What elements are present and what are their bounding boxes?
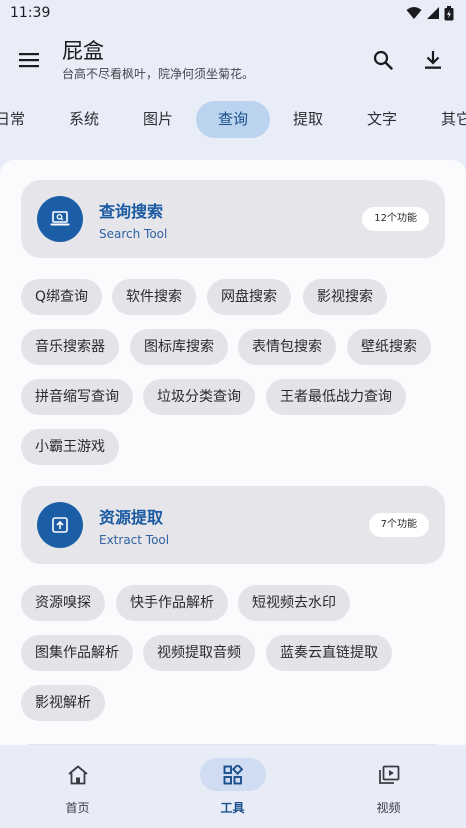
download-icon [425, 51, 441, 69]
search-button[interactable] [358, 30, 408, 90]
app-subtitle: 台高不尽看枫叶，院净何须坐菊花。 [62, 66, 255, 81]
feature-count-badge: 12个功能 [362, 207, 429, 231]
status-icons [406, 5, 454, 21]
tool-chip[interactable]: 垃圾分类查询 [143, 379, 255, 415]
section-icon [37, 196, 83, 242]
tab-query[interactable]: 查询 [196, 101, 270, 138]
tab-extract[interactable]: 提取 [277, 101, 339, 138]
tool-chip[interactable]: 图标库搜索 [130, 329, 228, 365]
tool-chip[interactable]: 蓝奏云直链提取 [266, 635, 392, 671]
nav-tools[interactable]: 工具 [155, 745, 310, 828]
tool-chip[interactable]: 资源嗅探 [21, 585, 105, 621]
section-title: 资源提取 [99, 508, 164, 527]
tool-chip[interactable]: 影视搜索 [303, 279, 387, 315]
nav-label: 工具 [220, 801, 245, 815]
nav-icon-container [356, 758, 422, 791]
bottom-navigation: 首页 工具 视频 [0, 745, 466, 828]
search-icon [373, 50, 393, 70]
tool-chip[interactable]: 壁纸搜索 [347, 329, 431, 365]
nav-video[interactable]: 视频 [311, 745, 466, 828]
apps-icon [223, 764, 243, 784]
tool-chip[interactable]: 视频提取音频 [143, 635, 255, 671]
battery-icon [444, 5, 454, 20]
tool-chip[interactable]: 快手作品解析 [116, 585, 228, 621]
tab-text[interactable]: 文字 [351, 101, 413, 138]
status-time: 11:39 [10, 5, 51, 21]
app-bar: 屁盒 台高不尽看枫叶，院净何须坐菊花。 [0, 26, 466, 94]
tool-chip[interactable]: 网盘搜索 [207, 279, 291, 315]
section-header-search[interactable]: 查询搜索 Search Tool 12个功能 [21, 180, 445, 258]
section-title: 查询搜索 [99, 202, 164, 221]
tool-list[interactable]: 查询搜索 Search Tool 12个功能 Q绑查询 软件搜索 网盘搜索 影视… [0, 160, 466, 745]
cell-signal-icon [427, 7, 439, 19]
tool-chip[interactable]: 表情包搜索 [238, 329, 336, 365]
wifi-icon [406, 7, 422, 19]
tab-daily[interactable]: 日常 [0, 101, 41, 138]
tool-chip[interactable]: 短视频去水印 [238, 585, 350, 621]
app-title: 屁盒 [62, 38, 104, 63]
section-icon [37, 502, 83, 548]
archive-upload-icon [52, 517, 68, 533]
tool-chip[interactable]: 音乐搜索器 [21, 329, 119, 365]
nav-icon-container [45, 758, 111, 791]
nav-home[interactable]: 首页 [0, 745, 155, 828]
section-subtitle: Search Tool [99, 227, 168, 241]
tool-chip[interactable]: 图集作品解析 [21, 635, 133, 671]
menu-button[interactable] [0, 30, 58, 90]
tool-chip[interactable]: 小霸王游戏 [21, 429, 119, 465]
nav-icon-container [200, 758, 266, 791]
section-subtitle: Extract Tool [99, 533, 170, 547]
tool-chip[interactable]: 王者最低战力查询 [266, 379, 406, 415]
nav-label: 首页 [65, 801, 90, 815]
tool-chip[interactable]: Q绑查询 [21, 279, 103, 315]
category-tabs: 日常 系统 图片 查询 提取 文字 其它 [0, 100, 466, 140]
tool-chip[interactable]: 拼音缩写查询 [21, 379, 133, 415]
laptop-search-icon [50, 211, 70, 226]
tab-other[interactable]: 其它 [425, 101, 466, 138]
menu-icon [19, 53, 39, 68]
tool-chip[interactable]: 影视解析 [21, 685, 105, 721]
title-block: 屁盒 台高不尽看枫叶，院净何须坐菊花。 [58, 38, 358, 83]
status-bar: 11:39 [0, 0, 466, 26]
nav-label: 视频 [376, 801, 401, 815]
tool-chip[interactable]: 软件搜索 [112, 279, 196, 315]
tab-system[interactable]: 系统 [53, 101, 115, 138]
video-library-icon [379, 765, 400, 784]
download-button[interactable] [408, 30, 458, 90]
tab-image[interactable]: 图片 [127, 101, 189, 138]
feature-count-badge: 7个功能 [368, 513, 429, 537]
home-icon [68, 765, 88, 784]
section-header-extract[interactable]: 资源提取 Extract Tool 7个功能 [21, 486, 445, 564]
